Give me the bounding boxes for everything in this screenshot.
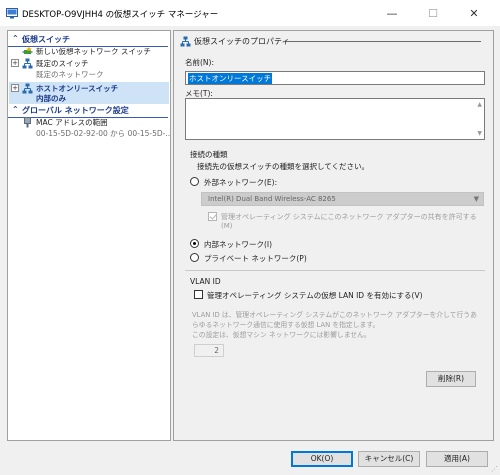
- allow-management-os-label: 管理オペレーティング システムにこのネットワーク アダプターの共有を許可する: [221, 213, 477, 221]
- expand-icon[interactable]: +: [11, 59, 19, 67]
- app-icon: [6, 8, 18, 19]
- ok-button[interactable]: OK(O): [291, 451, 353, 467]
- scroll-up-icon[interactable]: ▲: [477, 101, 482, 108]
- collapse-icon[interactable]: ⌃: [12, 34, 19, 43]
- internal-network-label[interactable]: 内部ネットワーク(I): [204, 239, 272, 250]
- vlan-id-value: 2: [214, 346, 219, 355]
- tree-item-mac-range-label: MAC アドレスの範囲: [36, 118, 108, 127]
- cancel-button[interactable]: キャンセル(C): [358, 451, 420, 467]
- name-label: 名前(N):: [185, 58, 214, 67]
- allow-management-os-label-2: (M): [221, 222, 233, 230]
- resize-grip-icon[interactable]: ⋰: [491, 465, 498, 473]
- switch-properties-panel: 仮想スイッチのプロパティ 名前(N): ホストオンリースイッチ メモ(T): ▲…: [173, 30, 494, 441]
- vlan-divider: [185, 270, 485, 271]
- vlan-description-line-3: この設定は、仮想マシン ネットワークには影響しません。: [192, 331, 371, 339]
- section-virtual-switches-label: 仮想スイッチ: [22, 35, 70, 44]
- header-rule: [286, 41, 481, 42]
- private-network-label[interactable]: プライベート ネットワーク(P): [204, 253, 307, 264]
- private-network-radio[interactable]: [190, 253, 199, 262]
- tree-item-host-only-switch-sub: 内部のみ: [8, 93, 170, 104]
- vlan-title: VLAN ID: [190, 277, 221, 286]
- section-virtual-switches[interactable]: ⌃ 仮想スイッチ: [8, 34, 170, 47]
- network-adapter-icon: [24, 117, 31, 128]
- tree-item-mac-range-value: 00-15-5D-02-92-00 から 00-15-5D-...: [36, 129, 171, 138]
- external-network-label[interactable]: 外部ネットワーク(E):: [204, 177, 277, 188]
- vlan-enable-label[interactable]: 管理オペレーティング システムの仮想 LAN ID を有効にする(V): [207, 290, 423, 301]
- internal-network-radio[interactable]: [190, 239, 199, 248]
- vlan-id-input[interactable]: 2: [194, 344, 224, 357]
- window-title: DESKTOP-O9VJHH4 の仮想スイッチ マネージャー: [22, 10, 219, 20]
- network-adapter-value: Intel(R) Dual Band Wireless-AC 8265: [208, 195, 336, 203]
- name-field-value: ホストオンリースイッチ: [188, 73, 273, 84]
- external-network-radio[interactable]: [190, 177, 199, 186]
- connection-type-title: 接続の種類: [190, 150, 228, 159]
- tree-item-default-switch-label: 既定のスイッチ: [36, 59, 89, 68]
- tree-item-new-switch[interactable]: 新しい仮想ネットワーク スイッチ: [8, 46, 170, 57]
- tree-item-mac-range-sub: 00-15-5D-02-92-00 から 00-15-5D-...: [8, 128, 170, 139]
- connection-type-description: 接続先の仮想スイッチの種類を選択してください。: [197, 162, 370, 171]
- tree-item-default-switch-type: 既定のネットワーク: [36, 70, 104, 79]
- network-switch-icon: [180, 36, 191, 47]
- apply-button[interactable]: 適用(A): [426, 451, 488, 467]
- scroll-down-icon[interactable]: ▼: [477, 130, 482, 137]
- navigation-tree: ⌃ 仮想スイッチ 新しい仮想ネットワーク スイッチ + 既定のスイッチ 既定のネ…: [7, 30, 171, 441]
- collapse-icon[interactable]: ⌃: [12, 105, 19, 114]
- properties-header: 仮想スイッチのプロパティ: [174, 36, 495, 47]
- delete-button[interactable]: 削除(R): [426, 371, 476, 387]
- vlan-enable-checkbox[interactable]: [194, 290, 203, 299]
- tree-item-mac-range[interactable]: MAC アドレスの範囲: [8, 117, 170, 128]
- tree-item-new-switch-label: 新しい仮想ネットワーク スイッチ: [36, 47, 151, 56]
- section-global-settings-label: グローバル ネットワーク設定: [22, 106, 129, 115]
- name-field[interactable]: ホストオンリースイッチ: [185, 71, 485, 85]
- network-switch-icon: [22, 58, 33, 69]
- vlan-description-line-2: らゆるネットワーク通信に使用する仮想 LAN を指定します。: [192, 321, 380, 329]
- chevron-down-icon: ▼: [473, 195, 479, 203]
- new-switch-icon: [22, 46, 33, 54]
- vlan-description-line-1: VLAN ID は、管理オペレーティング システムがこのネットワーク アダプター…: [192, 311, 477, 319]
- tree-item-host-only-switch-type: 内部のみ: [36, 94, 66, 103]
- network-adapter-select[interactable]: Intel(R) Dual Band Wireless-AC 8265 ▼: [201, 192, 484, 206]
- section-global-settings[interactable]: ⌃ グローバル ネットワーク設定: [8, 105, 170, 118]
- tree-item-default-switch-sub: 既定のネットワーク: [8, 69, 170, 80]
- allow-management-os-checkbox[interactable]: [208, 212, 217, 221]
- tree-item-default-switch[interactable]: + 既定のスイッチ: [8, 58, 170, 69]
- expand-icon[interactable]: +: [11, 84, 19, 92]
- properties-title: 仮想スイッチのプロパティ: [194, 37, 290, 46]
- minimize-button[interactable]: —: [374, 0, 410, 26]
- close-button[interactable]: ✕: [456, 0, 492, 26]
- maximize-button[interactable]: ☐: [415, 0, 451, 26]
- memo-field[interactable]: ▲ ▼: [185, 98, 485, 140]
- title-bar: DESKTOP-O9VJHH4 の仮想スイッチ マネージャー — ☐ ✕: [0, 0, 500, 26]
